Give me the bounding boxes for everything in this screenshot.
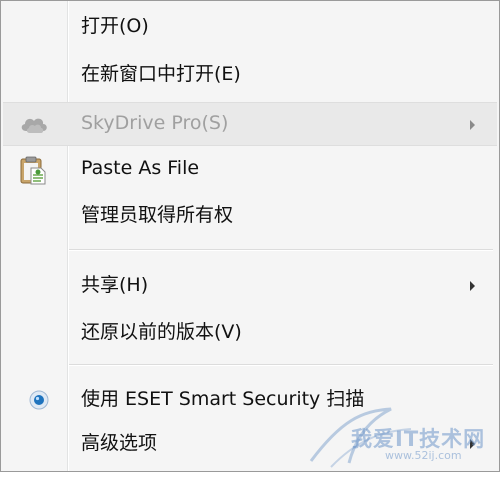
menu-separator	[69, 249, 493, 251]
submenu-arrow-icon	[470, 120, 475, 130]
menu-item-take-ownership[interactable]: 管理员取得所有权	[3, 194, 497, 238]
menu-item-eset-scan[interactable]: 使用 ESET Smart Security 扫描	[3, 378, 497, 422]
cloud-icon	[17, 111, 53, 139]
menu-item-label: 使用 ESET Smart Security 扫描	[81, 388, 365, 410]
submenu-arrow-icon	[470, 439, 475, 449]
menu-item-share[interactable]: 共享(H)	[3, 264, 497, 308]
menu-item-label: 在新窗口中打开(E)	[81, 63, 241, 85]
clipboard-icon	[17, 155, 53, 185]
menu-item-open[interactable]: 打开(O)	[3, 5, 497, 49]
menu-item-label: 打开(O)	[81, 15, 149, 37]
submenu-arrow-icon	[470, 281, 475, 291]
menu-item-advanced-options[interactable]: 高级选项	[3, 422, 497, 466]
menu-item-paste-as-file[interactable]: Paste As File	[3, 147, 497, 191]
menu-item-label: 管理员取得所有权	[81, 204, 234, 226]
menu-item-open-new-window[interactable]: 在新窗口中打开(E)	[3, 53, 497, 97]
context-menu: 打开(O) 在新窗口中打开(E) SkyDrive Pro(S) Paste A…	[0, 0, 500, 472]
eset-icon	[17, 386, 53, 414]
menu-item-label: 共享(H)	[81, 274, 149, 296]
menu-item-restore-previous-versions[interactable]: 还原以前的版本(V)	[3, 311, 497, 355]
menu-item-skydrive-pro[interactable]: SkyDrive Pro(S)	[3, 102, 497, 146]
menu-separator	[69, 364, 493, 366]
menu-item-label: 还原以前的版本(V)	[81, 321, 242, 343]
menu-item-label: 高级选项	[81, 432, 158, 454]
menu-item-label: SkyDrive Pro(S)	[81, 112, 229, 134]
menu-item-label: Paste As File	[81, 157, 200, 179]
